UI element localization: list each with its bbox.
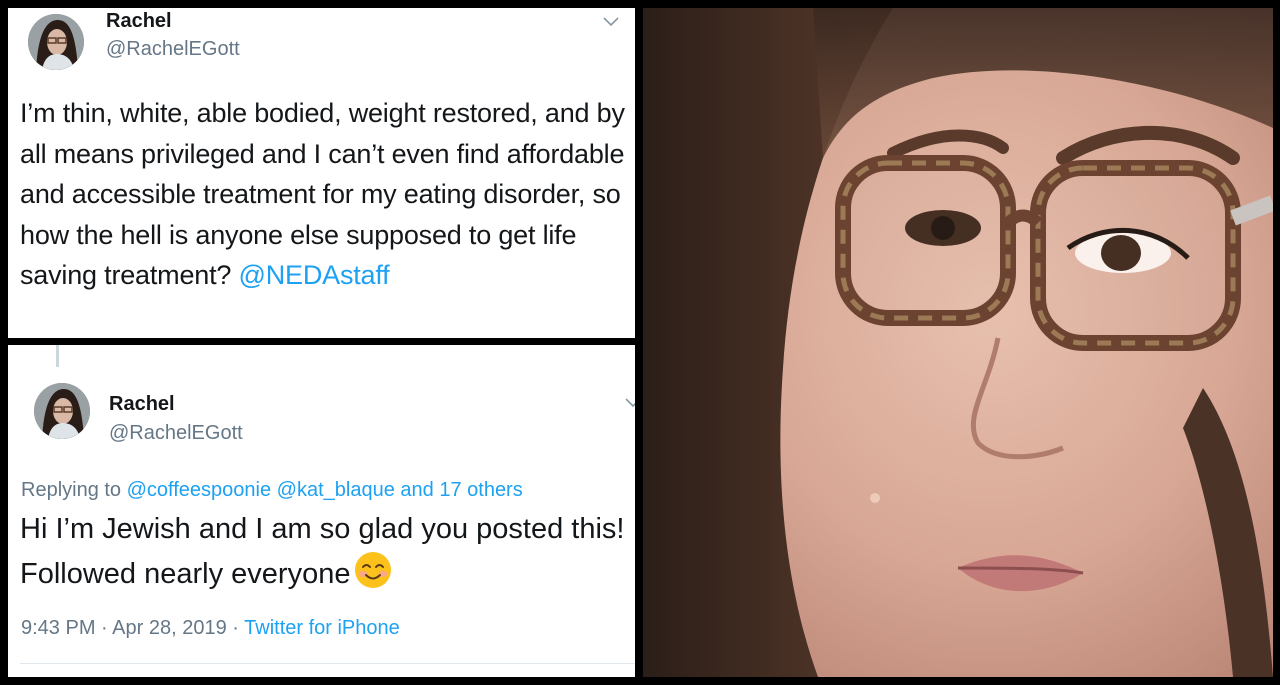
tweet-card-1: Rachel @RachelEGott I’m thin, white, abl… bbox=[8, 8, 635, 338]
chevron-down-icon[interactable] bbox=[623, 393, 635, 413]
meta-separator: · bbox=[232, 617, 239, 639]
portrait-photo bbox=[643, 8, 1273, 677]
tweet-text-main: Hi I’m Jewish and I am so glad you poste… bbox=[20, 513, 625, 590]
tweet-metadata: 9:43 PM · Apr 28, 2019 · Twitter for iPh… bbox=[21, 617, 400, 640]
portrait-illustration bbox=[643, 8, 1273, 677]
tweet-time[interactable]: 9:43 PM bbox=[21, 617, 95, 639]
user-handle[interactable]: @RachelEGott bbox=[106, 38, 240, 61]
reply-others-link[interactable]: and 17 others bbox=[400, 479, 522, 501]
display-name[interactable]: Rachel bbox=[106, 10, 172, 33]
tweet-text: I’m thin, white, able bodied, weight res… bbox=[20, 93, 630, 296]
tweet-date[interactable]: Apr 28, 2019 bbox=[112, 617, 227, 639]
tweet-text: Hi I’m Jewish and I am so glad you poste… bbox=[20, 507, 630, 596]
avatar[interactable] bbox=[34, 383, 90, 439]
reply-mention-1[interactable]: @coffeespoonie bbox=[127, 479, 271, 501]
user-handle[interactable]: @RachelEGott bbox=[109, 422, 243, 445]
replying-prefix: Replying to bbox=[21, 479, 127, 501]
meta-separator: · bbox=[101, 617, 108, 639]
smiling-face-emoji-icon bbox=[355, 552, 392, 588]
screenshot-collage: Rachel @RachelEGott I’m thin, white, abl… bbox=[0, 0, 1280, 685]
mention-link[interactable]: @NEDAstaff bbox=[239, 260, 390, 290]
replying-to-line: Replying to @coffeespoonie @kat_blaque a… bbox=[21, 479, 523, 502]
avatar[interactable] bbox=[28, 14, 84, 70]
chevron-down-icon[interactable] bbox=[601, 12, 621, 32]
reply-mention-2[interactable]: @kat_blaque bbox=[277, 479, 395, 501]
tweet-source-link[interactable]: Twitter for iPhone bbox=[244, 617, 400, 639]
divider bbox=[20, 663, 635, 664]
thread-connector-line bbox=[56, 345, 59, 367]
display-name[interactable]: Rachel bbox=[109, 393, 175, 416]
tweet-card-2: Rachel @RachelEGott Replying to @coffees… bbox=[8, 345, 635, 677]
